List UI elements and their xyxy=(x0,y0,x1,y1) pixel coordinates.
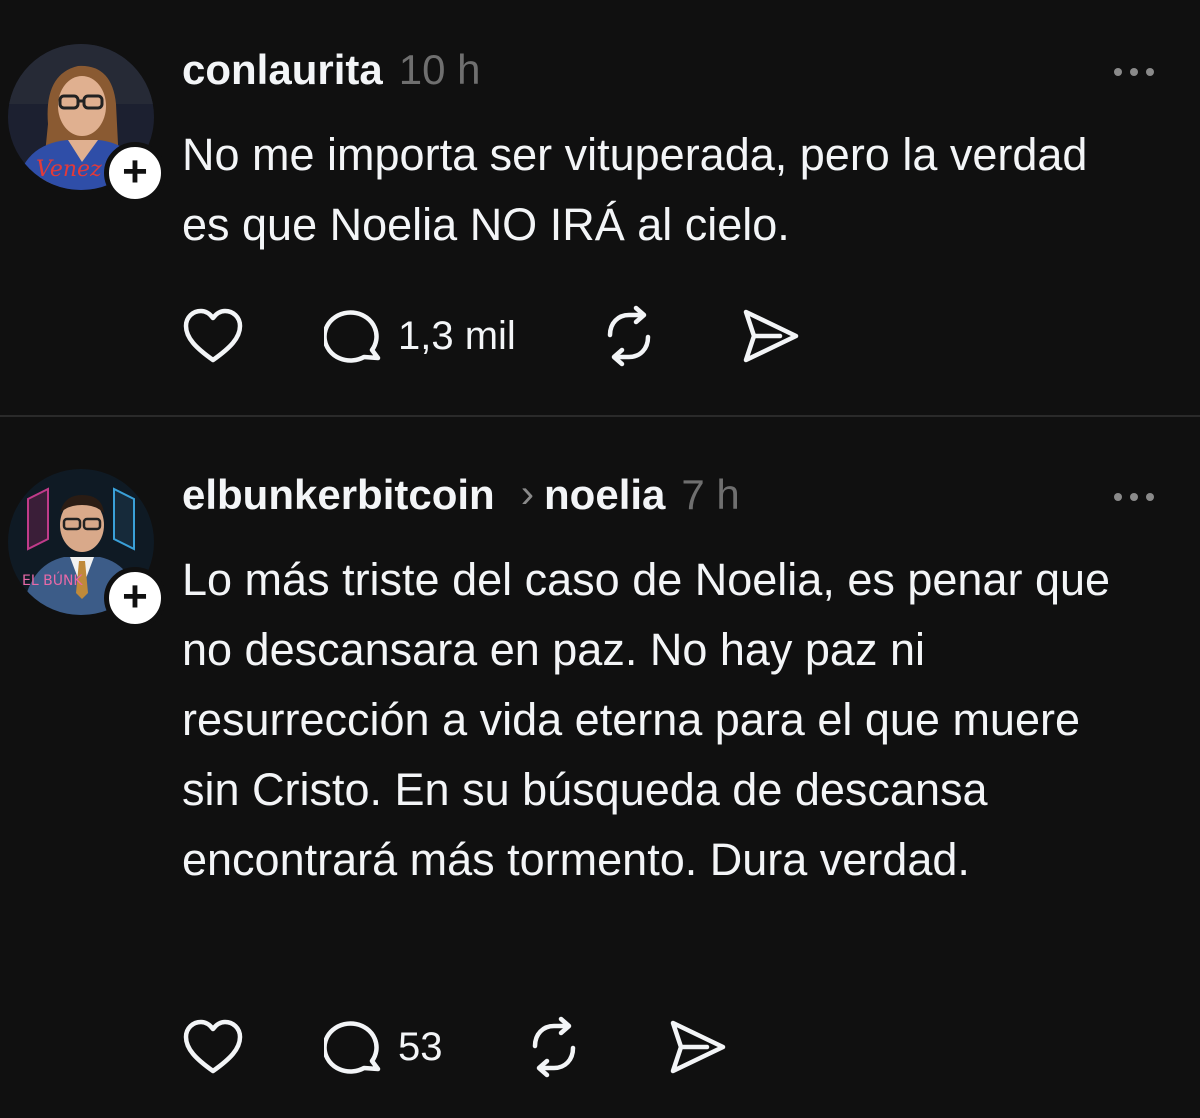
repost-button[interactable] xyxy=(598,305,660,367)
heart-icon xyxy=(183,1019,243,1074)
avatar-jersey-text: Venez xyxy=(36,157,102,182)
username[interactable]: elbunkerbitcoin xyxy=(182,471,495,519)
timestamp: 7 h xyxy=(681,471,740,518)
plus-icon: + xyxy=(122,572,148,621)
username[interactable]: conlaurita xyxy=(182,46,383,94)
action-bar: 53 xyxy=(182,1015,727,1079)
chevron-right-icon: › xyxy=(520,472,535,516)
repost-icon xyxy=(532,1016,575,1078)
post-text: No me importa ser vituperada, pero la ve… xyxy=(182,129,1088,250)
post-elbunkerbitcoin: EL BÚNK + elbunkerbitcoin › noelia 7 h L… xyxy=(0,417,1200,1118)
share-icon xyxy=(670,1020,725,1074)
post-header: elbunkerbitcoin › noelia 7 h xyxy=(182,471,740,531)
avatar-banner-text: EL BÚNK xyxy=(22,571,83,589)
follow-button[interactable]: + xyxy=(104,567,166,629)
repost-icon xyxy=(607,305,651,367)
comment-icon xyxy=(324,310,381,363)
post-text: Lo más triste del caso de Noelia, es pen… xyxy=(182,554,1111,885)
follow-button[interactable]: + xyxy=(104,142,166,204)
heart-icon xyxy=(183,308,243,363)
timestamp: 10 h xyxy=(398,46,481,93)
comment-button[interactable]: 53 xyxy=(324,1017,443,1077)
comment-button[interactable]: 1,3 mil xyxy=(324,306,516,366)
reply-count: 53 xyxy=(398,1024,443,1069)
repost-button[interactable] xyxy=(523,1016,585,1078)
share-icon xyxy=(743,309,799,363)
post-header: conlaurita 10 h xyxy=(182,46,480,106)
action-bar: 1,3 mil xyxy=(182,304,800,368)
post-conlaurita: Venez + conlaurita 10 h No me importa se… xyxy=(0,0,1200,416)
more-icon[interactable] xyxy=(1112,62,1156,82)
like-button[interactable] xyxy=(182,308,244,364)
plus-icon: + xyxy=(122,147,148,196)
share-button[interactable] xyxy=(667,1019,727,1075)
comment-icon xyxy=(324,1021,381,1074)
more-icon[interactable] xyxy=(1112,487,1156,507)
share-button[interactable] xyxy=(740,308,800,364)
reply-count: 1,3 mil xyxy=(398,313,516,358)
like-button[interactable] xyxy=(182,1019,244,1075)
reply-to-username[interactable]: noelia xyxy=(544,471,665,519)
